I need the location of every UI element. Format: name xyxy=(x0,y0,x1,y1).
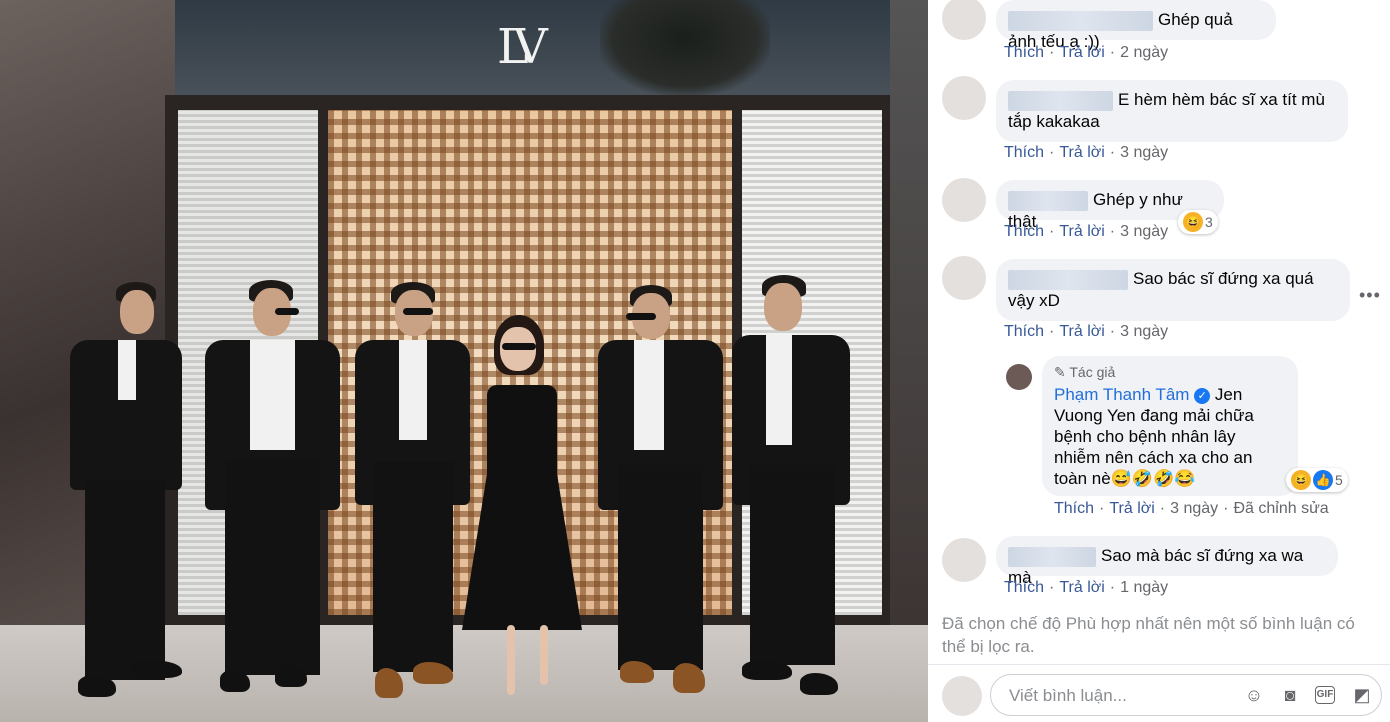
comment-time[interactable]: 3 ngày xyxy=(1120,323,1168,340)
author-reply-actions: Thích · Trả lời · 3 ngày · Đã chỉnh sửa xyxy=(1054,500,1329,517)
comment-actions: Thích · Trả lời · 3 ngày xyxy=(1004,223,1169,240)
current-user-avatar xyxy=(942,676,982,716)
person-1 xyxy=(70,280,190,710)
commenter-avatar[interactable] xyxy=(942,178,986,222)
commenter-name[interactable] xyxy=(1008,90,1113,111)
person-2 xyxy=(205,280,345,705)
person-5 xyxy=(598,285,728,705)
divider xyxy=(928,664,1390,665)
sticker-icon[interactable]: ◩ xyxy=(1351,684,1373,706)
comment-composer[interactable]: ☺ ◙ GIF ◩ xyxy=(990,674,1382,717)
comment-time[interactable]: 1 ngày xyxy=(1120,579,1168,596)
author-name[interactable]: Phạm Thanh Tâm xyxy=(1054,385,1189,404)
comment-actions: Thích · Trả lời · 3 ngày xyxy=(1004,323,1169,340)
comment-actions: Thích · Trả lời · 2 ngày xyxy=(1004,44,1169,61)
comment-actions: Thích · Trả lời · 1 ngày xyxy=(1004,579,1169,596)
tree xyxy=(600,0,770,95)
comment-time[interactable]: 3 ngày xyxy=(1120,223,1168,240)
filter-notice: Đã chọn chế độ Phù hợp nhất nên một số b… xyxy=(942,614,1355,656)
reaction-count: 5 xyxy=(1335,472,1343,488)
comment-input[interactable] xyxy=(1007,675,1231,717)
more-options-icon[interactable]: ••• xyxy=(1359,285,1381,306)
comment-actions: Thích · Trả lời · 3 ngày xyxy=(1004,144,1169,161)
reaction-summary[interactable]: 😆 👍 5 xyxy=(1286,468,1348,492)
haha-reaction-icon: 😆 xyxy=(1291,470,1311,490)
comment-time[interactable]: 3 ngày xyxy=(1170,500,1218,517)
reply-link[interactable]: Trả lời xyxy=(1109,500,1154,517)
commenter-name[interactable] xyxy=(1008,190,1088,211)
like-link[interactable]: Thích xyxy=(1004,223,1044,240)
reply-link[interactable]: Trả lời xyxy=(1059,579,1104,596)
reply-link[interactable]: Trả lời xyxy=(1059,323,1104,340)
like-link[interactable]: Thích xyxy=(1054,500,1094,517)
comments-panel: Ghép quả ảnh tếu ạ :)) Thích · Trả lời · 2 n… xyxy=(928,0,1390,722)
person-6 xyxy=(732,275,852,705)
comment-time[interactable]: 3 ngày xyxy=(1120,144,1168,161)
like-link[interactable]: Thích xyxy=(1004,579,1044,596)
haha-reaction-icon: 😆 xyxy=(1183,212,1203,232)
commenter-name[interactable] xyxy=(1008,546,1096,567)
author-avatar[interactable] xyxy=(1006,364,1032,390)
like-reaction-icon: 👍 xyxy=(1313,470,1333,490)
reaction-count: 3 xyxy=(1205,214,1213,230)
comment-bubble: Sao mà bác sĩ đứng xa wa mà xyxy=(996,536,1338,587)
commenter-avatar[interactable] xyxy=(942,256,986,300)
post-photo[interactable]: LV xyxy=(0,0,928,722)
like-link[interactable]: Thích xyxy=(1004,44,1044,61)
commenter-avatar[interactable] xyxy=(942,0,986,40)
camera-icon[interactable]: ◙ xyxy=(1279,684,1301,706)
person-4-woman xyxy=(462,315,582,710)
reply-link[interactable]: Trả lời xyxy=(1059,44,1104,61)
reply-link[interactable]: Trả lời xyxy=(1059,144,1104,161)
edited-label[interactable]: Đã chỉnh sửa xyxy=(1234,500,1329,517)
author-badge: ✎ Tác giả xyxy=(1054,364,1116,380)
comment-bubble: Ghép quả ảnh tếu ạ :)) xyxy=(996,0,1276,51)
author-reply-emojis: 😅🤣🤣😂 xyxy=(1110,469,1196,488)
like-link[interactable]: Thích xyxy=(1004,144,1044,161)
comment-bubble: E hèm hèm bác sĩ xa tít mù tắp kakakaa xyxy=(996,80,1348,142)
author-reply-bubble: ✎ Tác giả Phạm Thanh Tâm ✓ Jen Vuong Yen… xyxy=(1042,356,1298,496)
lv-logo: LV xyxy=(497,19,548,75)
commenter-avatar[interactable] xyxy=(942,538,986,582)
reply-link[interactable]: Trả lời xyxy=(1059,223,1104,240)
person-3 xyxy=(355,282,475,702)
commenter-name[interactable] xyxy=(1008,10,1153,31)
reaction-summary[interactable]: 😆 3 xyxy=(1178,210,1218,234)
like-link[interactable]: Thích xyxy=(1004,323,1044,340)
marble-wall-right xyxy=(890,0,928,640)
emoji-icon[interactable]: ☺ xyxy=(1243,684,1265,706)
commenter-name[interactable] xyxy=(1008,269,1128,290)
comment-time[interactable]: 2 ngày xyxy=(1120,44,1168,61)
verified-badge-icon: ✓ xyxy=(1194,387,1211,404)
commenter-avatar[interactable] xyxy=(942,76,986,120)
gif-icon[interactable]: GIF xyxy=(1315,686,1335,704)
comment-bubble: Sao bác sĩ đứng xa quá vậy xD xyxy=(996,259,1350,321)
